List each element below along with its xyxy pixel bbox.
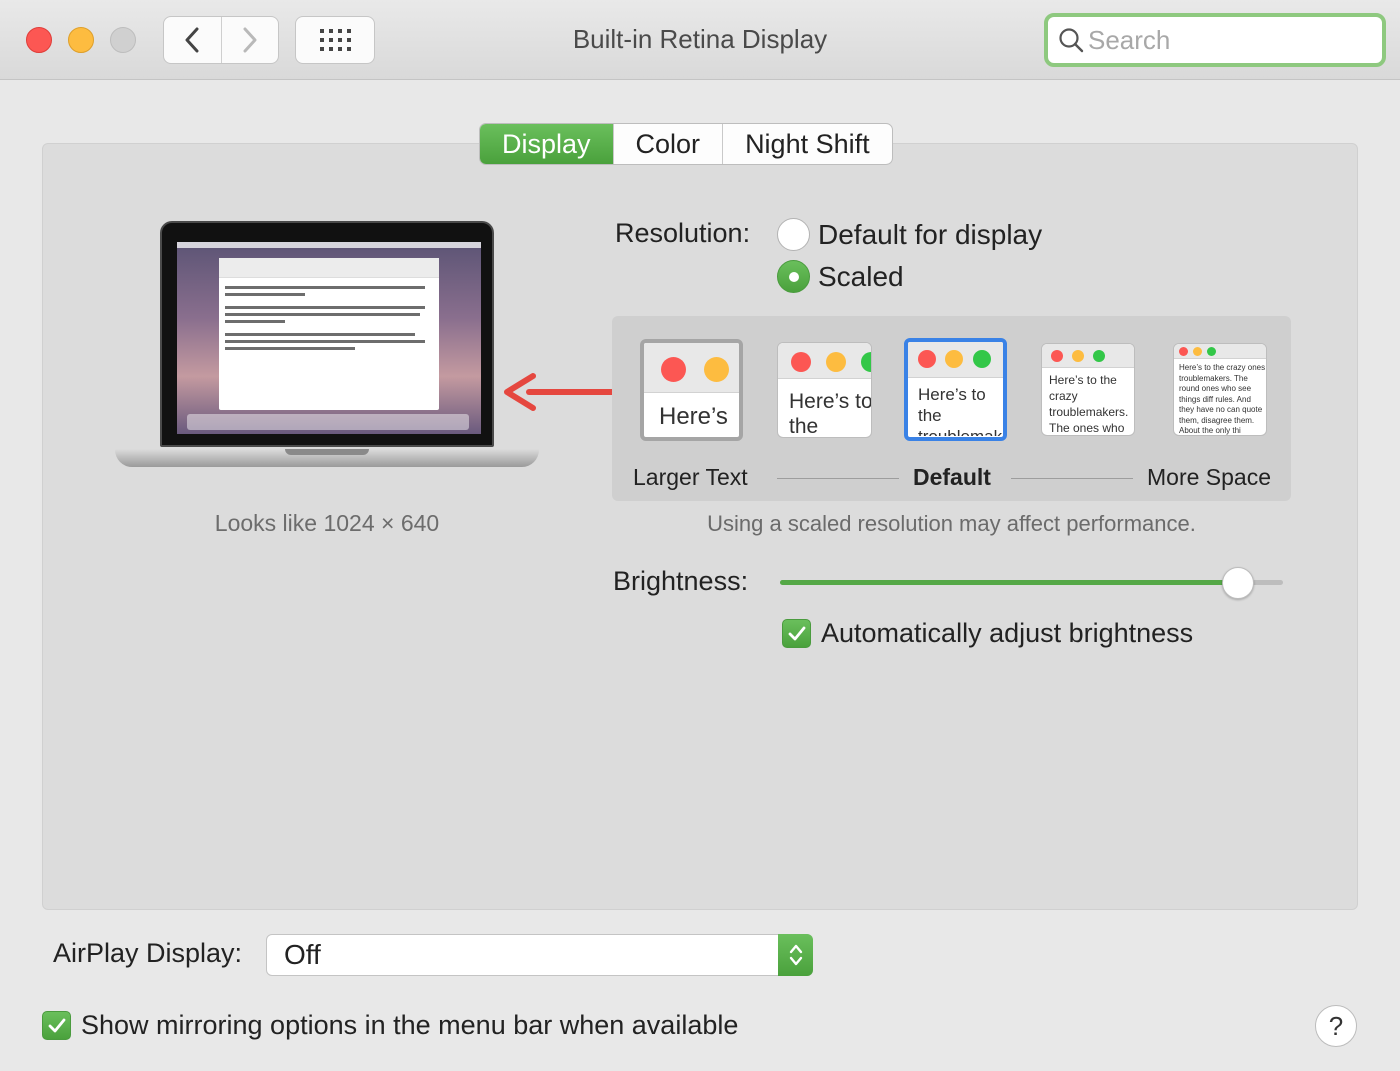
search-input[interactable] bbox=[1088, 24, 1358, 56]
tab-display[interactable]: Display bbox=[480, 124, 613, 164]
tab-color[interactable]: Color bbox=[612, 124, 723, 164]
close-button[interactable] bbox=[26, 27, 52, 53]
forward-chevron-icon bbox=[243, 27, 257, 53]
tab-bar: Display Color Night Shift bbox=[479, 123, 893, 165]
mirroring-checkbox[interactable]: Show mirroring options in the menu bar w… bbox=[42, 1010, 738, 1041]
laptop-bezel bbox=[160, 221, 494, 447]
auto-brightness-checkbox[interactable]: Automatically adjust brightness bbox=[782, 618, 1193, 649]
laptop-screen bbox=[177, 242, 481, 434]
zoom-button[interactable] bbox=[110, 27, 136, 53]
performance-note: Using a scaled resolution may affect per… bbox=[707, 511, 1196, 536]
forward-button[interactable] bbox=[220, 17, 279, 63]
brightness-slider[interactable] bbox=[780, 580, 1283, 585]
navigation-buttons bbox=[163, 16, 279, 64]
scale-option-2[interactable]: Here’s to the troublemakers bbox=[777, 342, 872, 438]
scale-label-more-space: More Space bbox=[1147, 464, 1272, 490]
radio-button-off bbox=[777, 218, 810, 251]
scale-option-4[interactable]: Here’s to the crazy troublemakers. The o… bbox=[1041, 343, 1135, 436]
radio-button-on bbox=[777, 260, 810, 293]
airplay-selected-value: Off bbox=[284, 939, 321, 970]
radio-label: Default for display bbox=[818, 218, 1043, 250]
show-all-button[interactable] bbox=[295, 16, 375, 64]
title-bar: Built-in Retina Display bbox=[0, 0, 1400, 80]
search-icon bbox=[1059, 28, 1084, 53]
display-preview-image bbox=[115, 219, 539, 479]
scale-option-default[interactable]: Here’s to the troublemakers. ones who bbox=[904, 338, 1007, 441]
checkmark-icon bbox=[788, 626, 805, 640]
back-button[interactable] bbox=[164, 17, 221, 63]
checkmark-icon bbox=[48, 1018, 65, 1032]
window-title: Built-in Retina Display bbox=[572, 24, 828, 54]
looks-like-label: Looks like 1024 × 640 bbox=[214, 510, 440, 536]
scale-option-larger-text[interactable]: Here’s bbox=[640, 339, 743, 441]
back-chevron-icon bbox=[185, 27, 199, 53]
preview-menubar bbox=[177, 242, 481, 248]
preview-dock bbox=[187, 414, 469, 430]
grid-icon bbox=[320, 29, 351, 51]
scale-label-larger-text: Larger Text bbox=[633, 464, 748, 490]
airplay-select[interactable]: Off bbox=[266, 934, 813, 976]
checkbox-checked bbox=[42, 1011, 71, 1040]
resolution-label: Resolution: bbox=[615, 218, 751, 248]
checkbox-label: Show mirroring options in the menu bar w… bbox=[81, 1010, 739, 1040]
preview-document-window bbox=[219, 258, 439, 410]
radio-default-for-display[interactable]: Default for display bbox=[777, 218, 1042, 251]
tab-night-shift[interactable]: Night Shift bbox=[722, 124, 892, 164]
brightness-slider-knob[interactable] bbox=[1221, 567, 1254, 599]
minimize-button[interactable] bbox=[68, 27, 94, 53]
search-field[interactable] bbox=[1044, 13, 1386, 67]
scale-option-more-space[interactable]: Here’s to the crazy ones troublemakers. … bbox=[1173, 343, 1267, 436]
help-button[interactable]: ? bbox=[1315, 1005, 1357, 1047]
brightness-label: Brightness: bbox=[613, 566, 749, 596]
stepper-arrows-icon bbox=[778, 934, 813, 976]
checkbox-checked bbox=[782, 619, 811, 648]
checkbox-label: Automatically adjust brightness bbox=[821, 618, 1194, 648]
brightness-slider-fill bbox=[780, 580, 1238, 585]
airplay-label: AirPlay Display: bbox=[53, 938, 243, 968]
radio-scaled[interactable]: Scaled bbox=[777, 260, 904, 293]
radio-label: Scaled bbox=[818, 260, 904, 292]
scale-label-default: Default bbox=[913, 464, 991, 490]
